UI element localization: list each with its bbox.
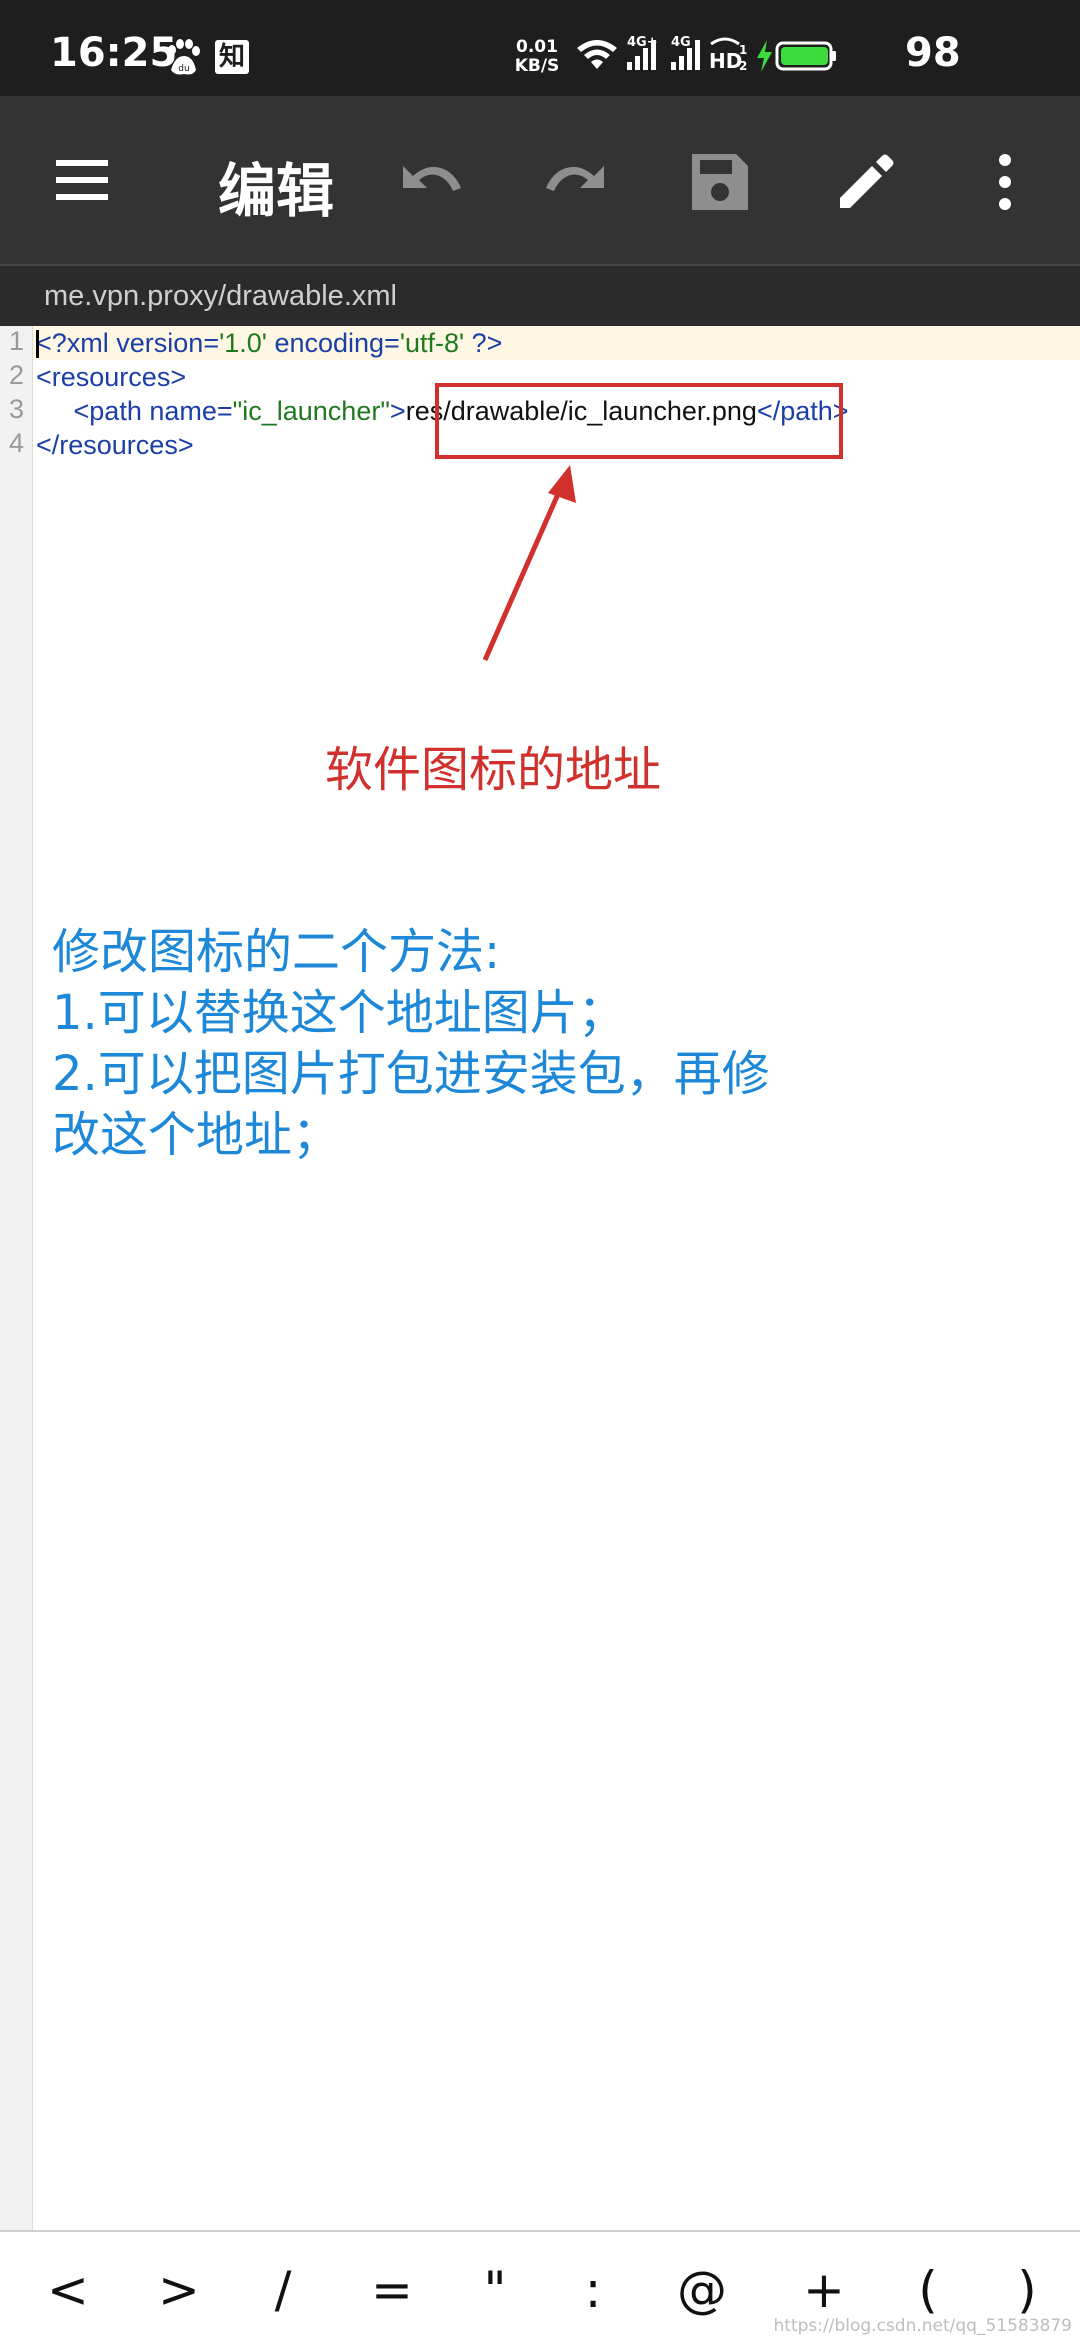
net-speed-unit: KB/S [514, 56, 560, 76]
svg-text:2: 2 [739, 59, 747, 73]
line-number: 3 [8, 394, 24, 424]
zhihu-icon: 知 [215, 40, 249, 74]
text-cursor [36, 330, 39, 358]
symbol-key-lt[interactable]: < [28, 2260, 108, 2320]
note-line: 修改图标的二个方法: [52, 924, 501, 980]
xml-tag: </resources> [36, 430, 194, 460]
annotation-note: 修改图标的二个方法: 1.可以替换这个地址图片； 2.可以把图片打包进安装包，再… [52, 922, 892, 1166]
xml-attr: name= [149, 396, 233, 426]
status-icons: 4G+ 4G HD 1 2 [577, 35, 836, 73]
svg-text:1: 1 [739, 43, 747, 57]
save-icon[interactable] [686, 148, 754, 216]
code-line-4[interactable]: </resources> [36, 428, 194, 462]
path-bar: me.vpn.proxy/drawable.xml [0, 264, 1080, 326]
toolbar-title: 编辑 [218, 157, 335, 225]
xml-attr: encoding= [266, 328, 400, 358]
symbol-key-gt[interactable]: > [139, 2260, 219, 2320]
svg-text:du: du [178, 64, 189, 74]
svg-text:4G: 4G [671, 35, 691, 50]
line-number: 1 [8, 326, 24, 356]
net-speed: 0.01 KB/S [512, 38, 562, 76]
battery-icon [775, 41, 836, 71]
xml-value: '1.0' [219, 328, 267, 358]
toolbar: 编辑 [0, 96, 1080, 264]
watermark: https://blog.csdn.net/qq_51583879 [773, 2316, 1072, 2336]
undo-icon[interactable] [395, 148, 467, 220]
symbol-key-at[interactable]: @ [662, 2260, 742, 2320]
battery-level: 98 [905, 30, 961, 76]
xml-tag: <resources> [36, 362, 187, 392]
line-number-gutter: 1 2 3 4 [0, 326, 33, 2230]
net-speed-value: 0.01 [516, 37, 558, 57]
line-number: 4 [8, 428, 24, 458]
svg-text:HD: HD [709, 49, 742, 73]
status-bar: 16:25 du 知 0.01 KB/S 4G+ 4G HD 1 2 98 [0, 0, 1080, 96]
symbol-key-quote[interactable]: " [455, 2260, 535, 2320]
note-line: 2.可以把图片打包进安装包，再修 [52, 1046, 770, 1102]
xml-value: 'utf-8' [399, 328, 465, 358]
signal-4g-icon: 4G [671, 35, 700, 70]
code-line-1[interactable]: <?xml version='1.0' encoding='utf-8' ?> [36, 326, 502, 360]
xml-value: "ic_launcher" [232, 396, 390, 426]
note-line: 改这个地址； [52, 1107, 341, 1163]
xml-tag-gt: > [389, 396, 406, 426]
charging-icon [757, 40, 772, 72]
symbol-key-equals[interactable]: = [352, 2260, 432, 2320]
wifi-icon [577, 40, 617, 69]
signal-4g-plus-icon: 4G+ [627, 35, 658, 70]
annotation-label: 软件图标的地址 [325, 742, 662, 798]
note-line: 1.可以替换这个地址图片； [52, 985, 626, 1041]
more-vert-icon[interactable] [990, 148, 1020, 216]
xml-attr: version= [116, 328, 220, 358]
highlight-box [435, 383, 843, 459]
code-line-2[interactable]: <resources> [36, 360, 186, 394]
menu-icon[interactable] [52, 150, 112, 210]
symbol-key-rparen[interactable]: ) [987, 2260, 1067, 2320]
redo-icon[interactable] [540, 148, 612, 220]
baidu-paw-icon: du [168, 39, 200, 75]
file-path: me.vpn.proxy/drawable.xml [44, 280, 397, 312]
line-number: 2 [8, 360, 24, 390]
pencil-icon[interactable] [832, 148, 900, 216]
xml-decl-close: ?> [464, 328, 503, 358]
status-time: 16:25 [50, 30, 178, 76]
symbol-key-plus[interactable]: + [784, 2260, 864, 2320]
screen: 16:25 du 知 0.01 KB/S 4G+ 4G HD 1 2 98 编辑… [0, 0, 1080, 2340]
symbol-key-colon[interactable]: : [553, 2260, 633, 2320]
xml-decl-open: <?xml [36, 328, 117, 358]
symbol-key-slash[interactable]: / [243, 2260, 323, 2320]
annotation-arrow-icon [482, 465, 576, 662]
symbol-key-lparen[interactable]: ( [888, 2260, 968, 2320]
symbol-bar: < > / = " : @ + ( ) https://blog.csdn.ne… [0, 2230, 1080, 2340]
hd-voice-icon: HD 1 2 [709, 37, 747, 73]
xml-tag-open: <path [73, 396, 150, 426]
